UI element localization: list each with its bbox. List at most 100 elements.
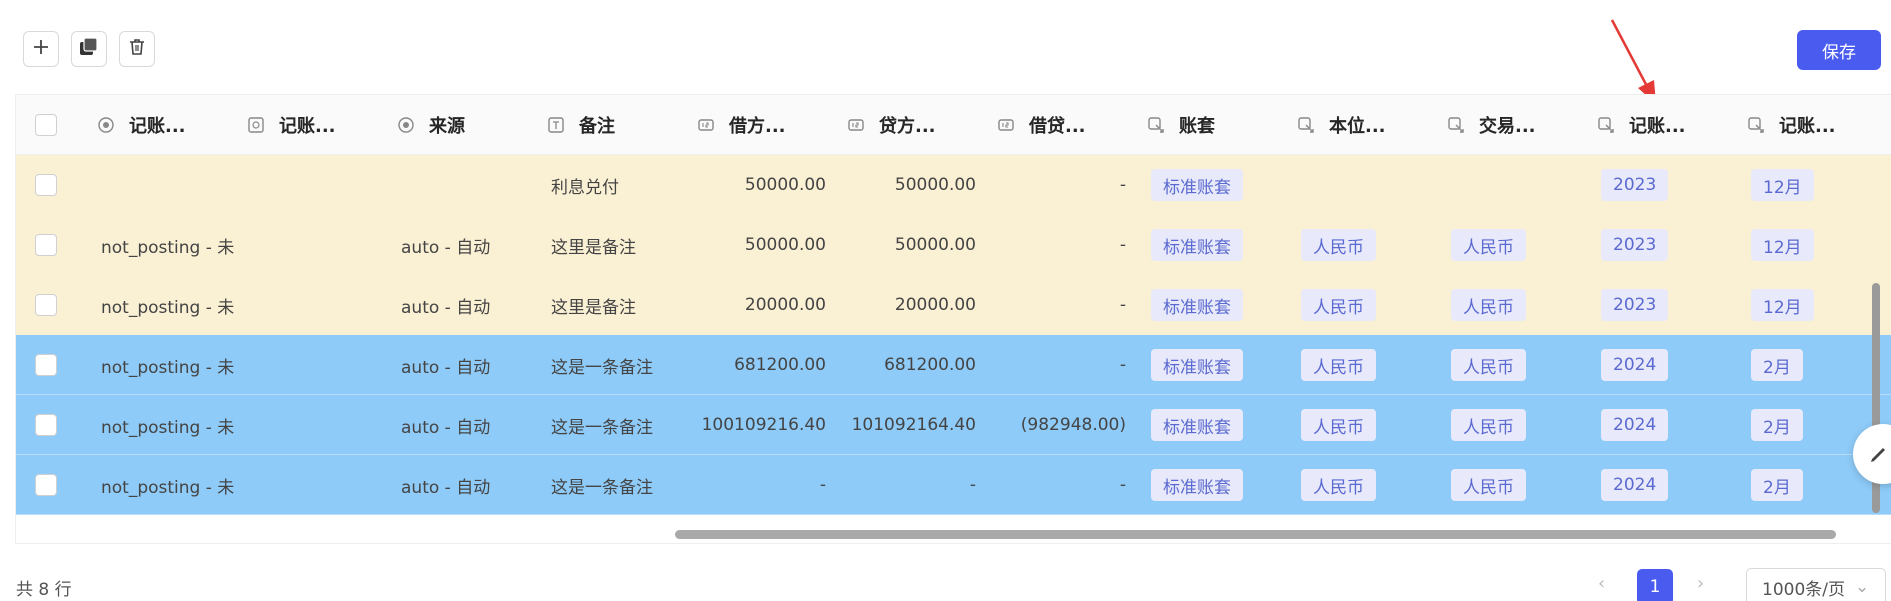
cell-status[interactable]: not_posting - 未: [101, 395, 251, 455]
cell-debit[interactable]: 20000.00: [691, 275, 826, 335]
cell-base[interactable]: 人民币: [1301, 395, 1431, 455]
cell-month[interactable]: 2月: [1751, 335, 1871, 395]
row-checkbox[interactable]: [35, 174, 57, 196]
cell-month[interactable]: 2月: [1751, 455, 1871, 515]
column-header-12[interactable]: 记账...: [1747, 95, 1836, 155]
cell-status[interactable]: not_posting - 未: [101, 455, 251, 515]
cell-credit[interactable]: 681200.00: [841, 335, 976, 395]
cell-debit[interactable]: 50000.00: [691, 215, 826, 275]
add-button[interactable]: [23, 31, 59, 67]
row-checkbox[interactable]: [35, 294, 57, 316]
copy-button[interactable]: [71, 31, 107, 67]
cell-debit[interactable]: 50000.00: [691, 155, 826, 215]
cell-month[interactable]: 12月: [1751, 215, 1871, 275]
cell-note[interactable]: 这是一条备注: [551, 455, 701, 515]
cell-note[interactable]: 这里是备注: [551, 215, 701, 275]
table-row[interactable]: 利息兑付 50000.00 50000.00- 标准账套 2023 12月: [16, 155, 1891, 215]
cell-status[interactable]: not_posting - 未: [101, 335, 251, 395]
cell-book[interactable]: 标准账套: [1151, 215, 1281, 275]
column-header-4[interactable]: 备注: [547, 95, 615, 155]
cell-book[interactable]: 标准账套: [1151, 155, 1281, 215]
row-checkbox[interactable]: [35, 354, 57, 376]
cell-credit[interactable]: 50000.00: [841, 155, 976, 215]
cell-source[interactable]: auto - 自动: [401, 275, 541, 335]
delete-button[interactable]: [119, 31, 155, 67]
cell-trade[interactable]: 人民币: [1451, 395, 1581, 455]
cell-diff[interactable]: -: [991, 275, 1126, 335]
cell-book[interactable]: 标准账套: [1151, 395, 1281, 455]
next-page-button[interactable]: ›: [1697, 573, 1704, 594]
cell-book[interactable]: 标准账套: [1151, 275, 1281, 335]
column-header-6[interactable]: 贷方...: [847, 95, 936, 155]
cell-status[interactable]: not_posting - 未: [101, 275, 251, 335]
page-size-select[interactable]: 1000条/页 ⌄: [1746, 568, 1886, 601]
cell-diff[interactable]: -: [991, 455, 1126, 515]
cell-trade[interactable]: [1451, 155, 1581, 215]
cell-source[interactable]: [401, 155, 541, 215]
cell-source[interactable]: auto - 自动: [401, 335, 541, 395]
cell-credit[interactable]: -: [841, 455, 976, 515]
cell-year[interactable]: 2023: [1601, 155, 1731, 215]
cell-year[interactable]: 2023: [1601, 275, 1731, 335]
column-header-8[interactable]: 账套: [1147, 95, 1215, 155]
table-row[interactable]: not_posting - 未 auto - 自动 这是一条备注 100109216.…: [16, 395, 1891, 455]
cell-base[interactable]: 人民币: [1301, 335, 1431, 395]
cell-credit[interactable]: 20000.00: [841, 275, 976, 335]
cell-source[interactable]: auto - 自动: [401, 455, 541, 515]
cell-source[interactable]: auto - 自动: [401, 215, 541, 275]
cell-credit[interactable]: 101092164.40: [841, 395, 976, 455]
cell-credit[interactable]: 50000.00: [841, 215, 976, 275]
prev-page-button[interactable]: ‹: [1598, 573, 1605, 594]
page-number-button[interactable]: 1: [1637, 569, 1673, 601]
cell-book[interactable]: 标准账套: [1151, 455, 1281, 515]
table-row[interactable]: not_posting - 未 auto - 自动 这里是备注 20000.00 200…: [16, 275, 1891, 335]
cell-status[interactable]: not_posting - 未: [101, 215, 251, 275]
cell-book[interactable]: 标准账套: [1151, 335, 1281, 395]
column-header-10[interactable]: 交易...: [1447, 95, 1536, 155]
cell-note[interactable]: 这里是备注: [551, 275, 701, 335]
cell-month[interactable]: 12月: [1751, 155, 1871, 215]
cell-trade[interactable]: 人民币: [1451, 275, 1581, 335]
column-header-1[interactable]: 记账...: [97, 95, 186, 155]
cell-trade[interactable]: 人民币: [1451, 455, 1581, 515]
select-all-checkbox[interactable]: [35, 114, 57, 136]
cell-note[interactable]: 这是一条备注: [551, 335, 701, 395]
cell-diff[interactable]: (982948.00): [991, 395, 1126, 455]
cell-trade[interactable]: 人民币: [1451, 215, 1581, 275]
table-row[interactable]: not_posting - 未 auto - 自动 这里是备注 50000.00 500…: [16, 215, 1891, 275]
cell-debit[interactable]: 100109216.40: [691, 395, 826, 455]
cell-diff[interactable]: -: [991, 335, 1126, 395]
table-row[interactable]: not_posting - 未 auto - 自动 这是一条备注 - - - 标准账套 人民币…: [16, 455, 1891, 515]
cell-note[interactable]: 这是一条备注: [551, 395, 701, 455]
column-header-11[interactable]: 记账...: [1597, 95, 1686, 155]
cell-year[interactable]: 2024: [1601, 335, 1731, 395]
row-checkbox[interactable]: [35, 414, 57, 436]
cell-trade[interactable]: 人民币: [1451, 335, 1581, 395]
row-checkbox[interactable]: [35, 474, 57, 496]
cell-debit[interactable]: -: [691, 455, 826, 515]
cell-diff[interactable]: -: [991, 155, 1126, 215]
cell-year[interactable]: 2023: [1601, 215, 1731, 275]
cell-base[interactable]: 人民币: [1301, 455, 1431, 515]
cell-status[interactable]: [101, 155, 251, 215]
row-checkbox[interactable]: [35, 234, 57, 256]
page: 保存 记账... 记账... 来源 备注 借方... 贷方... 借贷... 账套 本位... 交…: [0, 0, 1891, 601]
cell-debit[interactable]: 681200.00: [691, 335, 826, 395]
cell-diff[interactable]: -: [991, 215, 1126, 275]
horizontal-scrollbar[interactable]: [675, 530, 1836, 539]
column-header-9[interactable]: 本位...: [1297, 95, 1386, 155]
column-header-5[interactable]: 借方...: [697, 95, 786, 155]
cell-year[interactable]: 2024: [1601, 455, 1731, 515]
cell-base[interactable]: 人民币: [1301, 275, 1431, 335]
cell-month[interactable]: 12月: [1751, 275, 1871, 335]
cell-source[interactable]: auto - 自动: [401, 395, 541, 455]
save-button[interactable]: 保存: [1797, 30, 1881, 70]
column-header-7[interactable]: 借贷...: [997, 95, 1086, 155]
cell-base[interactable]: [1301, 155, 1431, 215]
cell-note[interactable]: 利息兑付: [551, 155, 701, 215]
column-header-3[interactable]: 来源: [397, 95, 465, 155]
column-header-2[interactable]: 记账...: [247, 95, 336, 155]
cell-year[interactable]: 2024: [1601, 395, 1731, 455]
table-row[interactable]: not_posting - 未 auto - 自动 这是一条备注 681200.00 6…: [16, 335, 1891, 395]
cell-base[interactable]: 人民币: [1301, 215, 1431, 275]
